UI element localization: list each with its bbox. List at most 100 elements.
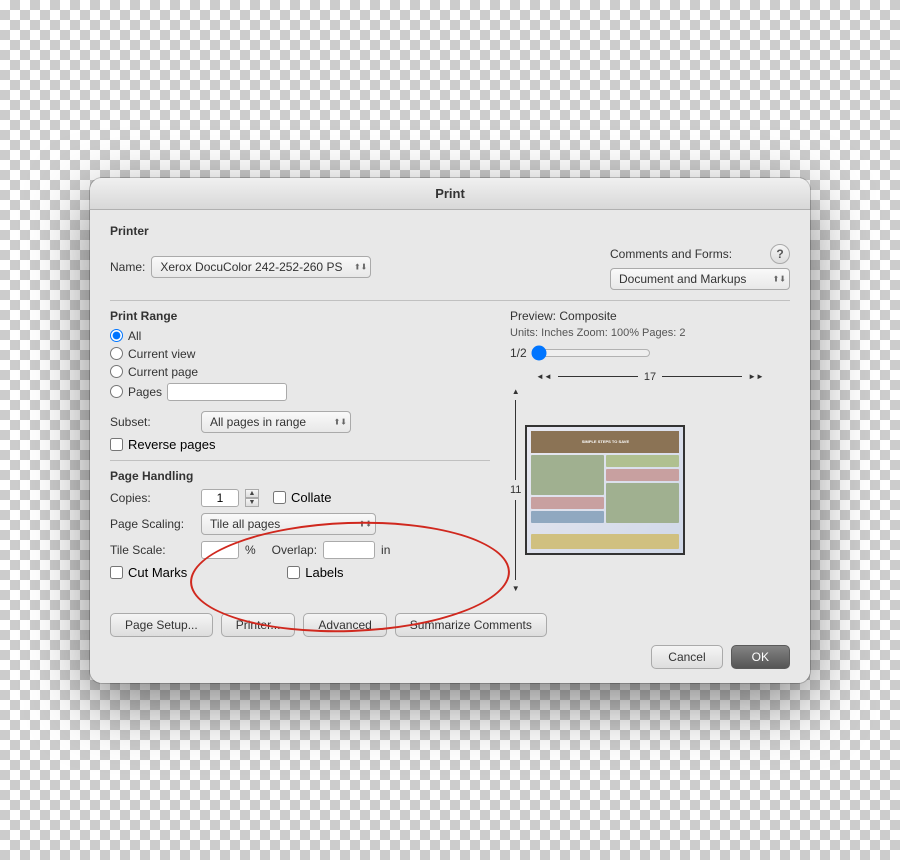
- thumb-body: [531, 455, 679, 532]
- tile-scale-input[interactable]: 100: [201, 541, 239, 559]
- tile-scale-row: Tile Scale: 100 % Overlap: 0.005 in: [110, 541, 490, 559]
- arrow-left-icon: ◄: [536, 372, 552, 381]
- radio-current-view-row: Current view: [110, 347, 490, 361]
- print-range-group: All Current view Current page Pages 1 - …: [110, 329, 490, 401]
- labels-label[interactable]: Labels: [305, 565, 343, 580]
- comments-wrapper[interactable]: Document and Markups: [610, 268, 790, 290]
- overlap-label: Overlap:: [272, 543, 317, 557]
- bottom-row-2: Cancel OK: [110, 645, 790, 669]
- radio-pages-label[interactable]: Pages: [128, 385, 162, 399]
- collate-checkbox[interactable]: [273, 491, 286, 504]
- preview-slider[interactable]: [531, 345, 651, 361]
- title-bar: Print: [90, 178, 810, 210]
- tile-scale-unit: %: [245, 543, 256, 557]
- copies-up-button[interactable]: ▲: [245, 489, 259, 498]
- advanced-button[interactable]: Advanced: [303, 613, 386, 637]
- v-line-2: [515, 500, 516, 580]
- cut-marks-row: Cut Marks Labels: [110, 565, 490, 580]
- thumb-col-1: [531, 455, 604, 532]
- collate-label[interactable]: Collate: [291, 490, 331, 505]
- radio-pages[interactable]: [110, 385, 123, 398]
- labels-checkbox[interactable]: [287, 566, 300, 579]
- printer-button[interactable]: Printer...: [221, 613, 296, 637]
- thumb-text-1: [531, 497, 604, 509]
- printer-section-label: Printer: [110, 224, 790, 238]
- ok-button[interactable]: OK: [731, 645, 790, 669]
- dialog-body: Printer Name: Xerox DocuColor 242-252-26…: [90, 210, 810, 603]
- page-scaling-select[interactable]: Tile all pages: [201, 513, 376, 535]
- page-setup-button[interactable]: Page Setup...: [110, 613, 213, 637]
- print-range-label: Print Range: [110, 309, 490, 323]
- overlap-unit: in: [381, 543, 390, 557]
- thumb-footer: [531, 534, 679, 549]
- cut-marks-label[interactable]: Cut Marks: [128, 565, 187, 580]
- copies-stepper[interactable]: ▲ ▼: [245, 489, 259, 507]
- thumb-header: SIMPLE STEPS TO SAVE: [531, 431, 679, 453]
- summarize-comments-button[interactable]: Summarize Comments: [395, 613, 547, 637]
- help-button[interactable]: ?: [770, 244, 790, 264]
- thumb-text-3: [606, 455, 679, 467]
- bottom-section: Page Setup... Printer... Advanced Summar…: [90, 603, 810, 683]
- subset-row: Subset: All pages in range: [110, 411, 490, 433]
- subset-select[interactable]: All pages in range: [201, 411, 351, 433]
- preview-image-row: ▲ 11 ▼ SIMPLE STEPS TO SAVE: [510, 387, 790, 593]
- radio-all-label[interactable]: All: [128, 329, 141, 343]
- page-scaling-wrapper[interactable]: Tile all pages: [201, 513, 376, 535]
- page-scaling-label: Page Scaling:: [110, 517, 195, 531]
- copies-input[interactable]: 1: [201, 489, 239, 507]
- dialog-title: Print: [435, 186, 465, 201]
- reverse-pages-row: Reverse pages: [110, 437, 490, 452]
- thumb-text-2: [531, 511, 604, 523]
- name-label: Name:: [110, 260, 145, 274]
- thumbnail-content: SIMPLE STEPS TO SAVE: [527, 427, 683, 553]
- cut-marks-checkbox[interactable]: [110, 566, 123, 579]
- reverse-pages-label[interactable]: Reverse pages: [128, 437, 215, 452]
- page-num: 1/2: [510, 346, 527, 360]
- arrow-down-icon: ▼: [512, 584, 520, 593]
- horizontal-dimension: ◄ 17 ►: [536, 371, 764, 383]
- radio-all-row: All: [110, 329, 490, 343]
- thumb-text-4: [606, 469, 679, 481]
- cancel-button[interactable]: Cancel: [651, 645, 722, 669]
- copies-label: Copies:: [110, 491, 195, 505]
- divider-1: [110, 300, 790, 301]
- v-line: [515, 400, 516, 480]
- radio-current-page[interactable]: [110, 365, 123, 378]
- radio-all[interactable]: [110, 329, 123, 342]
- radio-pages-row: Pages 1 - 2: [110, 383, 490, 401]
- right-column: Preview: Composite Units: Inches Zoom: 1…: [510, 309, 790, 593]
- printer-name-wrapper[interactable]: Xerox DocuColor 242-252-260 PS: [151, 256, 371, 278]
- h-line-2: [662, 376, 742, 377]
- comments-select[interactable]: Document and Markups: [610, 268, 790, 290]
- preview-thumbnail: SIMPLE STEPS TO SAVE: [525, 425, 685, 555]
- preview-area: ◄ 17 ► ▲ 11: [510, 371, 790, 593]
- reverse-pages-checkbox[interactable]: [110, 438, 123, 451]
- copies-row: Copies: 1 ▲ ▼ Collate: [110, 489, 490, 507]
- pages-input[interactable]: 1 - 2: [167, 383, 287, 401]
- printer-row: Name: Xerox DocuColor 242-252-260 PS Com…: [110, 244, 790, 290]
- page-scaling-row: Page Scaling: Tile all pages: [110, 513, 490, 535]
- printer-left: Name: Xerox DocuColor 242-252-260 PS: [110, 256, 371, 278]
- thumb-image-block: [531, 455, 604, 495]
- collate-row: Collate: [273, 490, 331, 505]
- radio-current-view-label[interactable]: Current view: [128, 347, 195, 361]
- thumb-col-2: [606, 455, 679, 532]
- h-line: [558, 376, 638, 377]
- preview-slider-row: 1/2: [510, 345, 790, 361]
- arrow-up-icon: ▲: [512, 387, 520, 396]
- subset-wrapper[interactable]: All pages in range: [201, 411, 351, 433]
- subset-label: Subset:: [110, 415, 195, 429]
- tile-scale-label: Tile Scale:: [110, 543, 195, 557]
- thumb-image-2: [606, 483, 679, 523]
- printer-name-select[interactable]: Xerox DocuColor 242-252-260 PS: [151, 256, 371, 278]
- print-dialog: Print Printer Name: Xerox DocuColor 242-…: [90, 178, 810, 683]
- page-handling-label: Page Handling: [110, 469, 490, 483]
- copies-down-button[interactable]: ▼: [245, 498, 259, 507]
- radio-current-view[interactable]: [110, 347, 123, 360]
- left-column: Print Range All Current view Current pag…: [110, 309, 490, 593]
- radio-current-page-row: Current page: [110, 365, 490, 379]
- dimension-top: ◄ 17 ►: [510, 371, 790, 383]
- overlap-input[interactable]: 0.005: [323, 541, 375, 559]
- preview-info: Units: Inches Zoom: 100% Pages: 2: [510, 327, 790, 339]
- radio-current-page-label[interactable]: Current page: [128, 365, 198, 379]
